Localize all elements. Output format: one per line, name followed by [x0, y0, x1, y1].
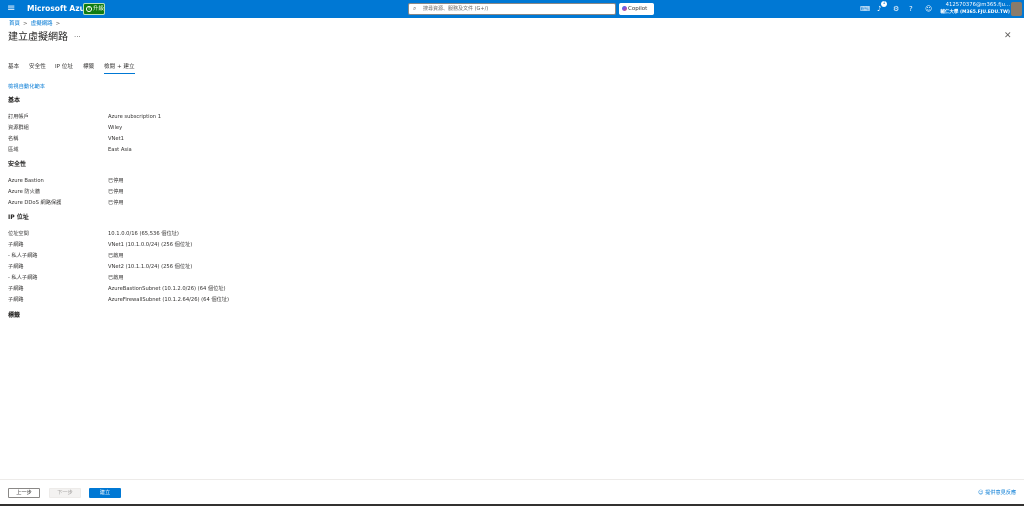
- account-info[interactable]: 412570376@m365.fju... 輔仁大學 (M365.FJU.EDU…: [940, 2, 1010, 16]
- row-label: 子網路: [8, 264, 24, 270]
- notification-count-badge: 1: [881, 1, 887, 7]
- tab-review-create[interactable]: 檢閱 + 建立: [104, 63, 135, 74]
- row-value: AzureFirewallSubnet (10.1.2.64/26) (64 個…: [108, 297, 230, 303]
- footer-divider: [0, 479, 1024, 480]
- row-label: 名稱: [8, 136, 19, 142]
- section-title-tags: 標籤: [8, 312, 21, 319]
- breadcrumb-virtual-network[interactable]: 虛擬網路: [31, 21, 53, 27]
- row-value: 已停用: [108, 200, 124, 206]
- search-icon: ⌕: [413, 5, 417, 12]
- row-value: Azure subscription 1: [108, 114, 162, 120]
- section-title-basics: 基本: [8, 97, 21, 104]
- previous-button[interactable]: 上一步: [8, 488, 40, 498]
- row-label: 資源群組: [8, 125, 29, 131]
- copilot-icon: [622, 6, 627, 11]
- more-options-icon[interactable]: ···: [74, 33, 81, 41]
- next-button[interactable]: 下一步: [49, 488, 81, 498]
- top-bar: ≡ Microsoft Azure ↑ 升級 ⌕ 搜尋資源、服務及文件 (G+/)…: [0, 0, 1024, 18]
- breadcrumb-separator: >: [23, 21, 28, 27]
- row-label: - 私人子網路: [8, 275, 38, 281]
- row-label: Azure Bastion: [8, 178, 44, 184]
- tab-ip-addresses[interactable]: IP 位址: [55, 63, 73, 71]
- create-button[interactable]: 建立: [89, 488, 121, 498]
- upgrade-icon: ↑: [86, 5, 92, 12]
- row-label: 子網路: [8, 242, 24, 248]
- row-label: 訂用帳戶: [8, 114, 29, 120]
- help-icon[interactable]: ?: [909, 4, 913, 14]
- search-input[interactable]: ⌕ 搜尋資源、服務及文件 (G+/): [408, 3, 616, 15]
- row-label: 子網路: [8, 297, 24, 303]
- row-value: 已啟用: [108, 253, 124, 259]
- copilot-button[interactable]: Copilot: [619, 3, 654, 15]
- search-placeholder: 搜尋資源、服務及文件 (G+/): [423, 6, 489, 12]
- row-value: VNet1: [108, 136, 124, 142]
- feedback-label: 提供意見反應: [985, 490, 1017, 496]
- row-label: Azure 防火牆: [8, 189, 40, 195]
- give-feedback-link[interactable]: ☺ 提供意見反應: [978, 489, 1016, 497]
- hamburger-icon[interactable]: ≡: [7, 3, 15, 15]
- row-value: East Asia: [108, 147, 132, 153]
- tab-security[interactable]: 安全性: [29, 63, 46, 71]
- row-value: VNet2 (10.1.1.0/24) (256 個位址): [108, 264, 193, 270]
- row-label: 位址空間: [8, 231, 29, 237]
- breadcrumb: 首頁 > 虛擬網路 >: [9, 21, 63, 28]
- row-value: 已停用: [108, 189, 124, 195]
- row-value: Wiley: [108, 125, 123, 131]
- tab-tags[interactable]: 標籤: [83, 63, 94, 71]
- upgrade-label: 升級: [93, 6, 105, 12]
- row-label: 子網路: [8, 286, 24, 292]
- upgrade-button[interactable]: ↑ 升級: [83, 3, 105, 15]
- row-value: 10.1.0.0/16 (65,536 個位址): [108, 231, 179, 237]
- page-title: 建立虛擬網路: [8, 32, 68, 43]
- breadcrumb-separator: >: [55, 21, 61, 27]
- row-label: - 私人子網路: [8, 253, 38, 259]
- close-icon[interactable]: ✕: [1004, 31, 1012, 41]
- row-label: 區域: [8, 147, 19, 153]
- feedback-icon[interactable]: ☺: [925, 4, 932, 14]
- section-title-ip-addresses: IP 位址: [8, 214, 29, 221]
- section-title-security: 安全性: [8, 161, 27, 168]
- row-value: 已啟用: [108, 275, 124, 281]
- row-value: AzureBastionSubnet (10.1.2.0/26) (64 個位址…: [108, 286, 226, 292]
- row-label: Azure DDoS 網路保護: [8, 200, 62, 206]
- breadcrumb-home[interactable]: 首頁: [9, 21, 20, 27]
- cloud-shell-icon[interactable]: ⌨: [860, 4, 870, 14]
- row-value: 已停用: [108, 178, 124, 184]
- account-email: 412570376@m365.fju...: [945, 2, 1010, 8]
- row-value: VNet1 (10.1.0.0/24) (256 個位址): [108, 242, 193, 248]
- tab-basics[interactable]: 基本: [8, 63, 19, 71]
- settings-gear-icon[interactable]: ⚙: [893, 4, 899, 14]
- feedback-person-icon: ☺: [978, 490, 984, 496]
- avatar[interactable]: [1011, 2, 1022, 16]
- view-automation-template-link[interactable]: 檢視自動化範本: [8, 84, 45, 91]
- copilot-label: Copilot: [628, 6, 648, 12]
- account-tenant: 輔仁大學 (M365.FJU.EDU.TW): [940, 10, 1010, 15]
